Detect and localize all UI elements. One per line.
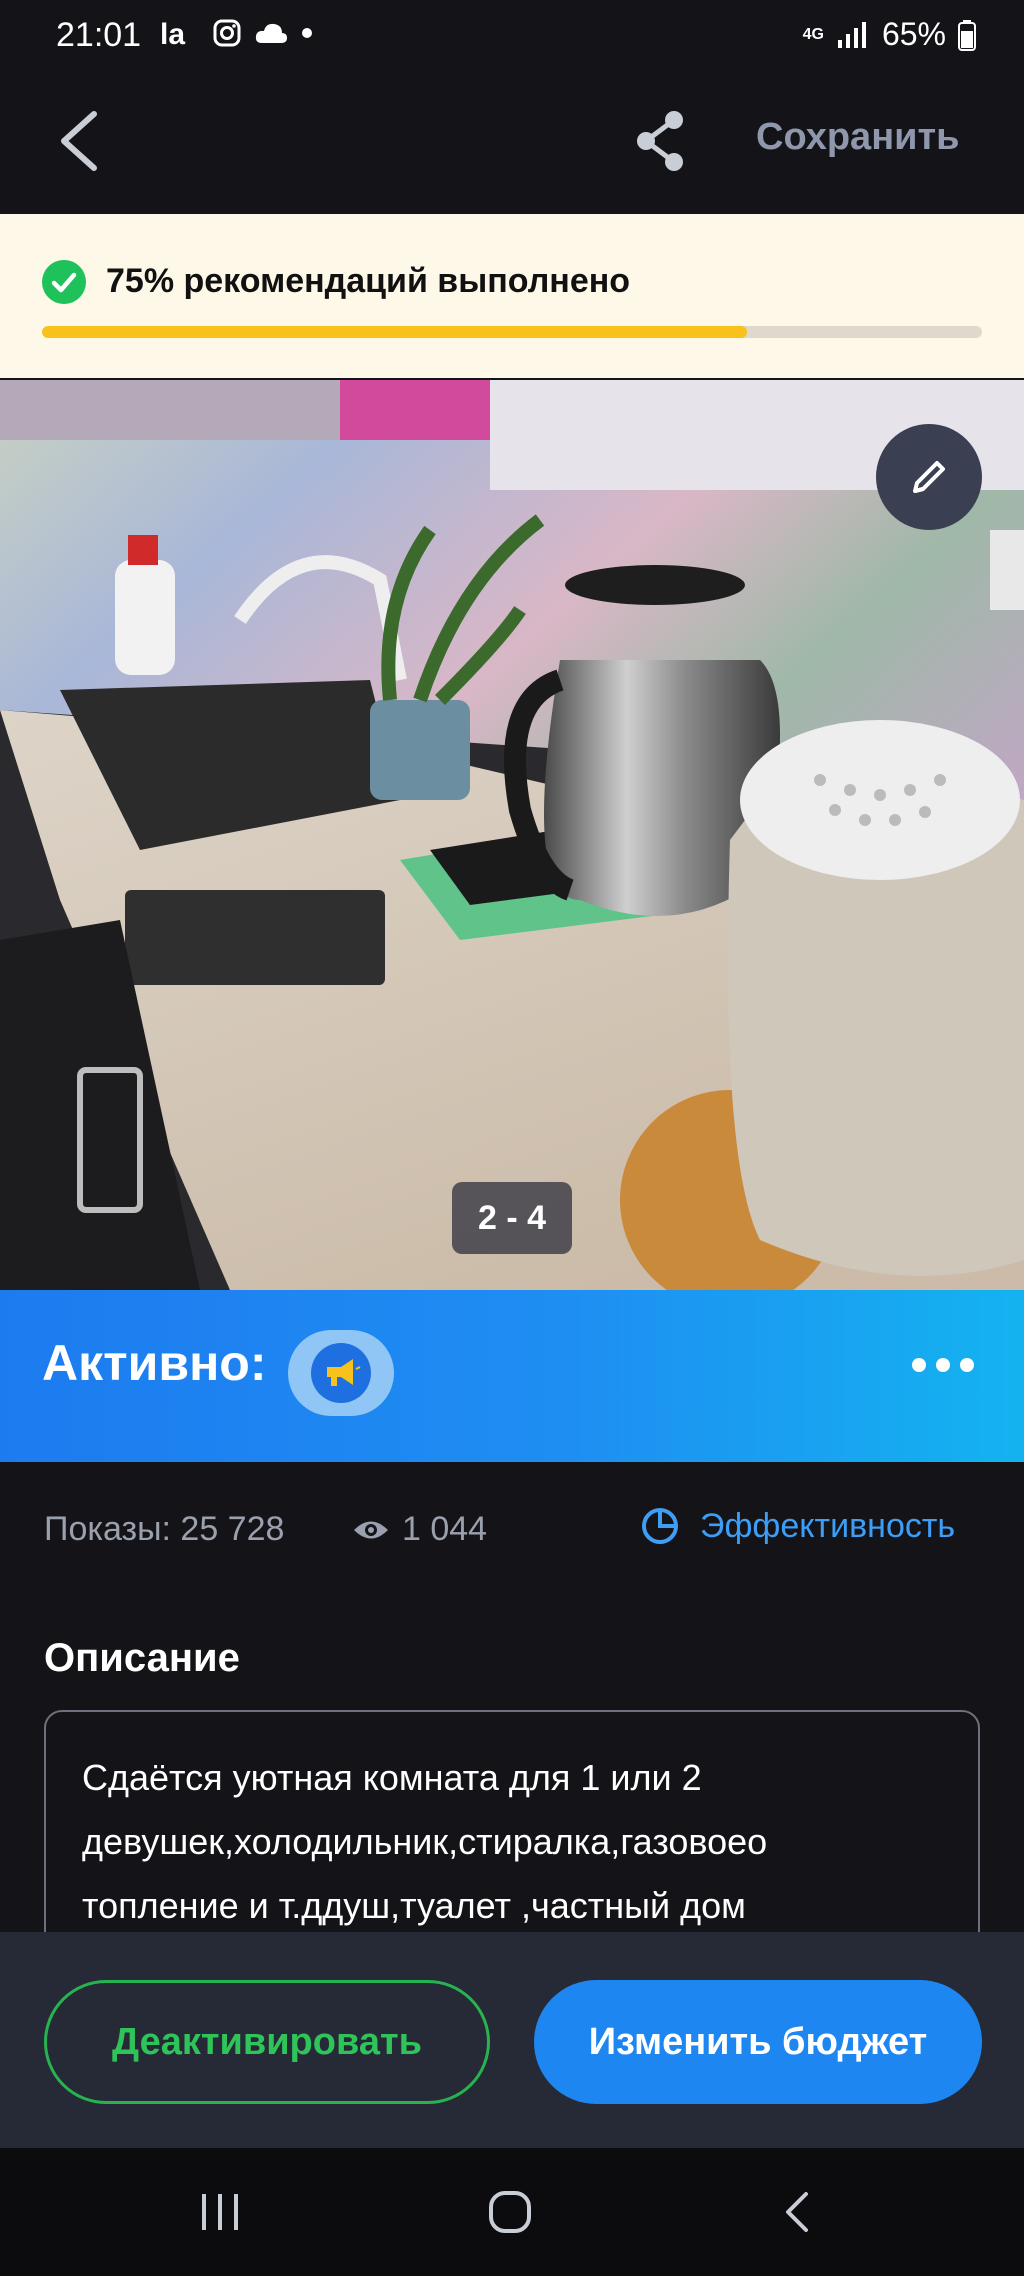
- kitchen-photo-image: [0, 380, 1024, 1290]
- status-right: 4G 65%: [803, 16, 976, 53]
- signal-icon: [837, 21, 866, 48]
- change-budget-button[interactable]: Изменить бюджет: [534, 1980, 982, 2104]
- svg-text:la: la: [160, 18, 185, 48]
- impressions-count: Показы: 25 728: [44, 1510, 285, 1548]
- description-title: Описание: [44, 1636, 240, 1680]
- recommendations-label: 75% рекомендаций выполнено: [106, 262, 631, 300]
- battery-icon: [958, 19, 976, 51]
- network-type-label: 4G: [802, 25, 824, 43]
- instagram-icon: [213, 19, 241, 47]
- share-icon[interactable]: [632, 108, 688, 174]
- pencil-icon: [913, 461, 945, 493]
- stats-row: Показы: 25 728 1 044 Эффективность: [0, 1462, 1024, 1592]
- status-left-icons: la: [160, 18, 314, 48]
- battery-percentage: 65%: [881, 16, 946, 52]
- photo-counter: 2 - 4: [452, 1182, 572, 1254]
- description-line: Сдаётся уютная комната для 1 или 2: [82, 1757, 702, 1798]
- views-count: 1 044: [352, 1510, 487, 1549]
- description-line: девушек,холодильник,стиралка,газовоеo: [82, 1821, 768, 1862]
- description-text: Сдаётся уютная комната для 1 или 2 девуш…: [82, 1746, 962, 1938]
- promotion-status-banner: Активно:: [0, 1290, 1024, 1462]
- system-navigation-bar: [0, 2148, 1024, 2276]
- listing-photo[interactable]: [0, 380, 1024, 1290]
- deactivate-button[interactable]: Деактивировать: [44, 1980, 490, 2104]
- megaphone-icon: [327, 1359, 361, 1386]
- status-time: 21:01: [56, 16, 142, 54]
- app-notification-icon: la: [160, 18, 185, 48]
- bottom-actions-bar: Деактивировать Изменить бюджет: [0, 1932, 1024, 2148]
- status-bar: 21:01 la 4G 65%: [0, 0, 1024, 72]
- promotion-status-label: Активно:: [42, 1335, 267, 1391]
- check-circle-icon: [42, 260, 86, 304]
- edit-photo-button[interactable]: [876, 424, 982, 530]
- more-options-icon[interactable]: [912, 1358, 974, 1372]
- efficiency-label: Эффективность: [700, 1506, 956, 1545]
- dot-icon: [302, 28, 312, 38]
- recommendations-progress-fill: [42, 326, 747, 338]
- promotion-badge[interactable]: [288, 1330, 394, 1416]
- back-nav-icon[interactable]: [778, 2188, 818, 2236]
- cloud-icon: [255, 23, 287, 43]
- description-line: топление и т.ддуш,туалет ,частный дом: [82, 1885, 746, 1926]
- recommendations-progress-bar: [42, 326, 982, 338]
- eye-icon: [354, 1521, 388, 1538]
- pie-chart-icon: [642, 1508, 678, 1544]
- efficiency-link[interactable]: Эффективность: [640, 1506, 955, 1546]
- recent-apps-icon[interactable]: [196, 2190, 246, 2234]
- top-app-bar: Сохранить: [0, 72, 1024, 214]
- home-icon[interactable]: [486, 2188, 534, 2236]
- views-value: 1 044: [402, 1510, 488, 1548]
- back-arrow-icon[interactable]: [54, 106, 114, 176]
- save-button[interactable]: Сохранить: [756, 116, 959, 159]
- recommendations-banner[interactable]: 75% рекомендаций выполнено: [0, 214, 1024, 378]
